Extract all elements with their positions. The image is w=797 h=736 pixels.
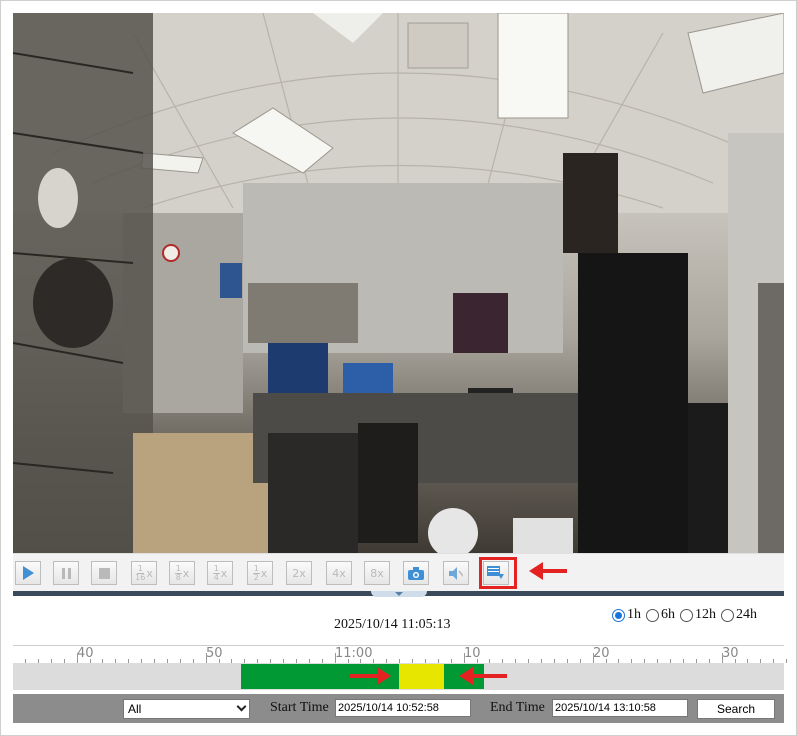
play-button[interactable]	[15, 561, 41, 585]
start-time-value: 2025/10/14 10:52:58	[338, 702, 439, 714]
ruler-tick	[786, 659, 788, 663]
camera-image	[13, 13, 784, 553]
speed-1-2-button[interactable]: 12x	[247, 561, 273, 585]
ruler-tick	[592, 653, 594, 663]
ruler-tick	[721, 653, 723, 663]
time-range-selector: 1h 6h 12h 24h	[612, 607, 757, 623]
end-time-label: End Time	[490, 700, 545, 715]
ruler-tick	[205, 653, 207, 663]
current-playback-time: 2025/10/14 11:05:13	[334, 617, 451, 632]
speed-8x-button[interactable]: 8x	[364, 561, 390, 585]
pause-icon	[61, 567, 71, 579]
speed-suffix: x	[260, 566, 268, 580]
snapshot-button[interactable]	[403, 561, 429, 585]
start-time-label: Start Time	[270, 700, 329, 715]
range-label: 6h	[661, 607, 675, 622]
range-option-6h[interactable]: 6h	[646, 607, 675, 623]
radio-icon	[721, 608, 734, 622]
range-option-1h[interactable]: 1h	[612, 607, 641, 623]
pause-button[interactable]	[53, 561, 79, 585]
speed-denominator: 2	[253, 572, 259, 582]
arrow-right-icon	[349, 667, 391, 685]
ruler-tick	[76, 653, 78, 663]
speed-label: 2x	[292, 566, 306, 580]
speed-denominator: 8	[175, 572, 181, 582]
chevron-down-icon	[236, 701, 247, 712]
download-highlight-box	[479, 557, 517, 589]
recording-timeline[interactable]	[13, 663, 784, 690]
filter-value: All	[128, 702, 142, 716]
range-label: 12h	[695, 607, 716, 622]
radio-icon	[646, 608, 659, 622]
video-frame[interactable]	[13, 13, 784, 553]
playback-toolbar: 1 16 x 18x 14x 12x 2x 4x 8x	[13, 553, 784, 591]
start-time-input[interactable]: 2025/10/14 10:52:58	[335, 699, 471, 717]
speed-suffix: x	[146, 566, 153, 580]
speed-label: 8x	[370, 566, 384, 580]
speed-4x-button[interactable]: 4x	[326, 561, 352, 585]
range-label: 1h	[627, 607, 641, 622]
end-time-input[interactable]: 2025/10/14 13:10:58	[552, 699, 688, 717]
speed-denominator: 16	[135, 572, 146, 582]
speaker-mute-icon	[449, 566, 463, 580]
stop-button[interactable]	[91, 561, 117, 585]
ruler-label: 30	[722, 646, 739, 661]
arrow-left-icon	[459, 667, 507, 685]
ruler-label: 50	[206, 646, 223, 661]
radio-icon	[680, 608, 693, 622]
ruler-label: 20	[593, 646, 610, 661]
speed-denominator: 4	[213, 572, 219, 582]
ruler-tick	[334, 653, 336, 663]
stop-icon	[98, 567, 110, 579]
search-bar: All Start Time 2025/10/14 10:52:58 End T…	[13, 694, 784, 723]
speed-1-16-button[interactable]: 1 16 x	[131, 561, 157, 585]
ruler-label: 10	[464, 646, 481, 661]
speed-1-4-button[interactable]: 14x	[207, 561, 233, 585]
time-ruler[interactable]: 40 50 11:00 10 20 30	[13, 645, 788, 663]
radio-icon	[612, 608, 625, 622]
speed-suffix: x	[220, 566, 228, 580]
mute-button[interactable]	[443, 561, 469, 585]
camera-icon	[408, 566, 424, 580]
arrow-left-icon	[529, 562, 567, 580]
ruler-label: 11:00	[335, 646, 373, 661]
search-button[interactable]: Search	[697, 699, 775, 719]
playback-panel: 1 16 x 18x 14x 12x 2x 4x 8x 2025/10/14 11:…	[0, 0, 797, 736]
speed-label: 4x	[332, 566, 346, 580]
speed-1-8-button[interactable]: 18x	[169, 561, 195, 585]
range-option-12h[interactable]: 12h	[680, 607, 716, 623]
ruler-label: 40	[77, 646, 94, 661]
speed-suffix: x	[182, 566, 190, 580]
play-icon	[22, 566, 34, 580]
collapse-toggle[interactable]	[371, 591, 427, 597]
speed-2x-button[interactable]: 2x	[286, 561, 312, 585]
range-label: 24h	[736, 607, 757, 622]
ruler-tick	[463, 653, 465, 663]
channel-filter-select[interactable]: All	[123, 699, 250, 719]
end-time-value: 2025/10/14 13:10:58	[555, 702, 656, 714]
selected-segment[interactable]	[399, 664, 444, 689]
range-option-24h[interactable]: 24h	[721, 607, 757, 623]
